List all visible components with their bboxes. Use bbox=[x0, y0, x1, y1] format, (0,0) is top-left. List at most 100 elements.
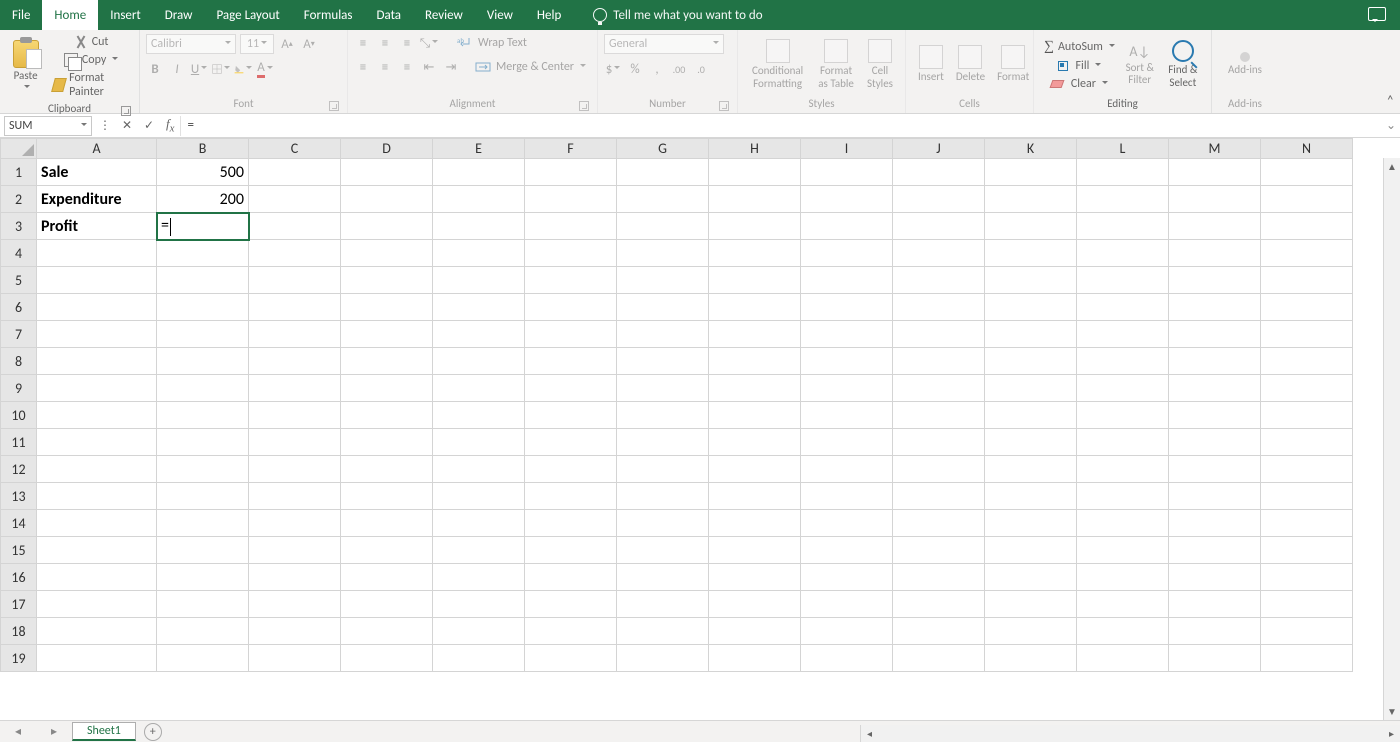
cell-G15[interactable] bbox=[617, 537, 709, 564]
cell-N3[interactable] bbox=[1261, 213, 1353, 240]
cell-C18[interactable] bbox=[249, 618, 341, 645]
cell-K18[interactable] bbox=[985, 618, 1077, 645]
column-header[interactable]: H bbox=[709, 139, 801, 159]
cell-F2[interactable] bbox=[525, 186, 617, 213]
cell-A19[interactable] bbox=[37, 645, 157, 672]
copy-button[interactable]: Copy bbox=[49, 52, 133, 68]
cell-I12[interactable] bbox=[801, 456, 893, 483]
tab-page-layout[interactable]: Page Layout bbox=[204, 0, 291, 30]
cell-D16[interactable] bbox=[341, 564, 433, 591]
cell-F6[interactable] bbox=[525, 294, 617, 321]
row-header[interactable]: 10 bbox=[1, 402, 37, 429]
cell-A17[interactable] bbox=[37, 591, 157, 618]
cell-K17[interactable] bbox=[985, 591, 1077, 618]
cell-H9[interactable] bbox=[709, 375, 801, 402]
cell-D6[interactable] bbox=[341, 294, 433, 321]
cell-N4[interactable] bbox=[1261, 240, 1353, 267]
wrap-text-label[interactable]: Wrap Text bbox=[478, 36, 527, 50]
cell-H17[interactable] bbox=[709, 591, 801, 618]
row-header[interactable]: 16 bbox=[1, 564, 37, 591]
cell-B13[interactable] bbox=[157, 483, 249, 510]
cell-G2[interactable] bbox=[617, 186, 709, 213]
cell-D2[interactable] bbox=[341, 186, 433, 213]
cell-G7[interactable] bbox=[617, 321, 709, 348]
merge-center-label[interactable]: Merge & Center bbox=[496, 60, 574, 74]
insert-cells-button[interactable]: Insert bbox=[912, 43, 950, 85]
addins-button[interactable]: Add-ins bbox=[1222, 50, 1268, 78]
cell-A12[interactable] bbox=[37, 456, 157, 483]
column-header[interactable]: J bbox=[893, 139, 985, 159]
cell-K2[interactable] bbox=[985, 186, 1077, 213]
cell-N13[interactable] bbox=[1261, 483, 1353, 510]
more-controls-icon[interactable]: ⋮ bbox=[94, 118, 116, 133]
cell-styles-button[interactable]: Cell Styles bbox=[861, 37, 899, 91]
cell-G3[interactable] bbox=[617, 213, 709, 240]
cell-C8[interactable] bbox=[249, 348, 341, 375]
collapse-ribbon-icon[interactable]: ˄ bbox=[1386, 92, 1394, 109]
tab-view[interactable]: View bbox=[475, 0, 525, 30]
tab-file[interactable]: File bbox=[0, 0, 42, 30]
cell-G19[interactable] bbox=[617, 645, 709, 672]
cell-E16[interactable] bbox=[433, 564, 525, 591]
cell-A9[interactable] bbox=[37, 375, 157, 402]
cell-F17[interactable] bbox=[525, 591, 617, 618]
column-header[interactable]: G bbox=[617, 139, 709, 159]
cell-I5[interactable] bbox=[801, 267, 893, 294]
fx-icon[interactable]: fx bbox=[160, 116, 180, 135]
select-all-button[interactable] bbox=[1, 139, 37, 159]
cell-J7[interactable] bbox=[893, 321, 985, 348]
cell-J9[interactable] bbox=[893, 375, 985, 402]
cell-L14[interactable] bbox=[1077, 510, 1169, 537]
cell-L10[interactable] bbox=[1077, 402, 1169, 429]
cell-F11[interactable] bbox=[525, 429, 617, 456]
cell-M4[interactable] bbox=[1169, 240, 1261, 267]
cell-M1[interactable] bbox=[1169, 159, 1261, 186]
new-sheet-button[interactable]: + bbox=[144, 723, 162, 741]
cell-H7[interactable] bbox=[709, 321, 801, 348]
cell-A16[interactable] bbox=[37, 564, 157, 591]
decrease-decimal-icon[interactable]: .0 bbox=[692, 60, 710, 78]
cut-button[interactable]: Cut bbox=[49, 34, 133, 50]
cell-I2[interactable] bbox=[801, 186, 893, 213]
row-header[interactable]: 5 bbox=[1, 267, 37, 294]
cell-B16[interactable] bbox=[157, 564, 249, 591]
cell-C9[interactable] bbox=[249, 375, 341, 402]
cell-H12[interactable] bbox=[709, 456, 801, 483]
cell-H16[interactable] bbox=[709, 564, 801, 591]
cell-N15[interactable] bbox=[1261, 537, 1353, 564]
cell-K19[interactable] bbox=[985, 645, 1077, 672]
cell-L18[interactable] bbox=[1077, 618, 1169, 645]
alignment-dialog-launcher[interactable] bbox=[579, 101, 589, 111]
cell-J2[interactable] bbox=[893, 186, 985, 213]
cell-M14[interactable] bbox=[1169, 510, 1261, 537]
cell-C15[interactable] bbox=[249, 537, 341, 564]
format-cells-button[interactable]: Format bbox=[991, 43, 1035, 85]
cell-A15[interactable] bbox=[37, 537, 157, 564]
tab-insert[interactable]: Insert bbox=[98, 0, 153, 30]
cell-J4[interactable] bbox=[893, 240, 985, 267]
align-bottom-icon[interactable]: ≡ bbox=[398, 34, 416, 52]
cell-N2[interactable] bbox=[1261, 186, 1353, 213]
cell-K12[interactable] bbox=[985, 456, 1077, 483]
cell-N6[interactable] bbox=[1261, 294, 1353, 321]
cell-H19[interactable] bbox=[709, 645, 801, 672]
row-header[interactable]: 7 bbox=[1, 321, 37, 348]
cell-J19[interactable] bbox=[893, 645, 985, 672]
cell-B6[interactable] bbox=[157, 294, 249, 321]
cell-B5[interactable] bbox=[157, 267, 249, 294]
cell-L12[interactable] bbox=[1077, 456, 1169, 483]
cell-A18[interactable] bbox=[37, 618, 157, 645]
cell-E1[interactable] bbox=[433, 159, 525, 186]
cell-J18[interactable] bbox=[893, 618, 985, 645]
cell-B12[interactable] bbox=[157, 456, 249, 483]
autosum-button[interactable]: ∑AutoSum bbox=[1040, 38, 1119, 56]
sheet-nav-next-icon[interactable]: ▸ bbox=[51, 724, 57, 739]
cell-D13[interactable] bbox=[341, 483, 433, 510]
cell-L2[interactable] bbox=[1077, 186, 1169, 213]
cell-B10[interactable] bbox=[157, 402, 249, 429]
cell-D5[interactable] bbox=[341, 267, 433, 294]
cell-I18[interactable] bbox=[801, 618, 893, 645]
cell-E5[interactable] bbox=[433, 267, 525, 294]
cell-H1[interactable] bbox=[709, 159, 801, 186]
cell-B3[interactable]: = bbox=[157, 213, 249, 240]
